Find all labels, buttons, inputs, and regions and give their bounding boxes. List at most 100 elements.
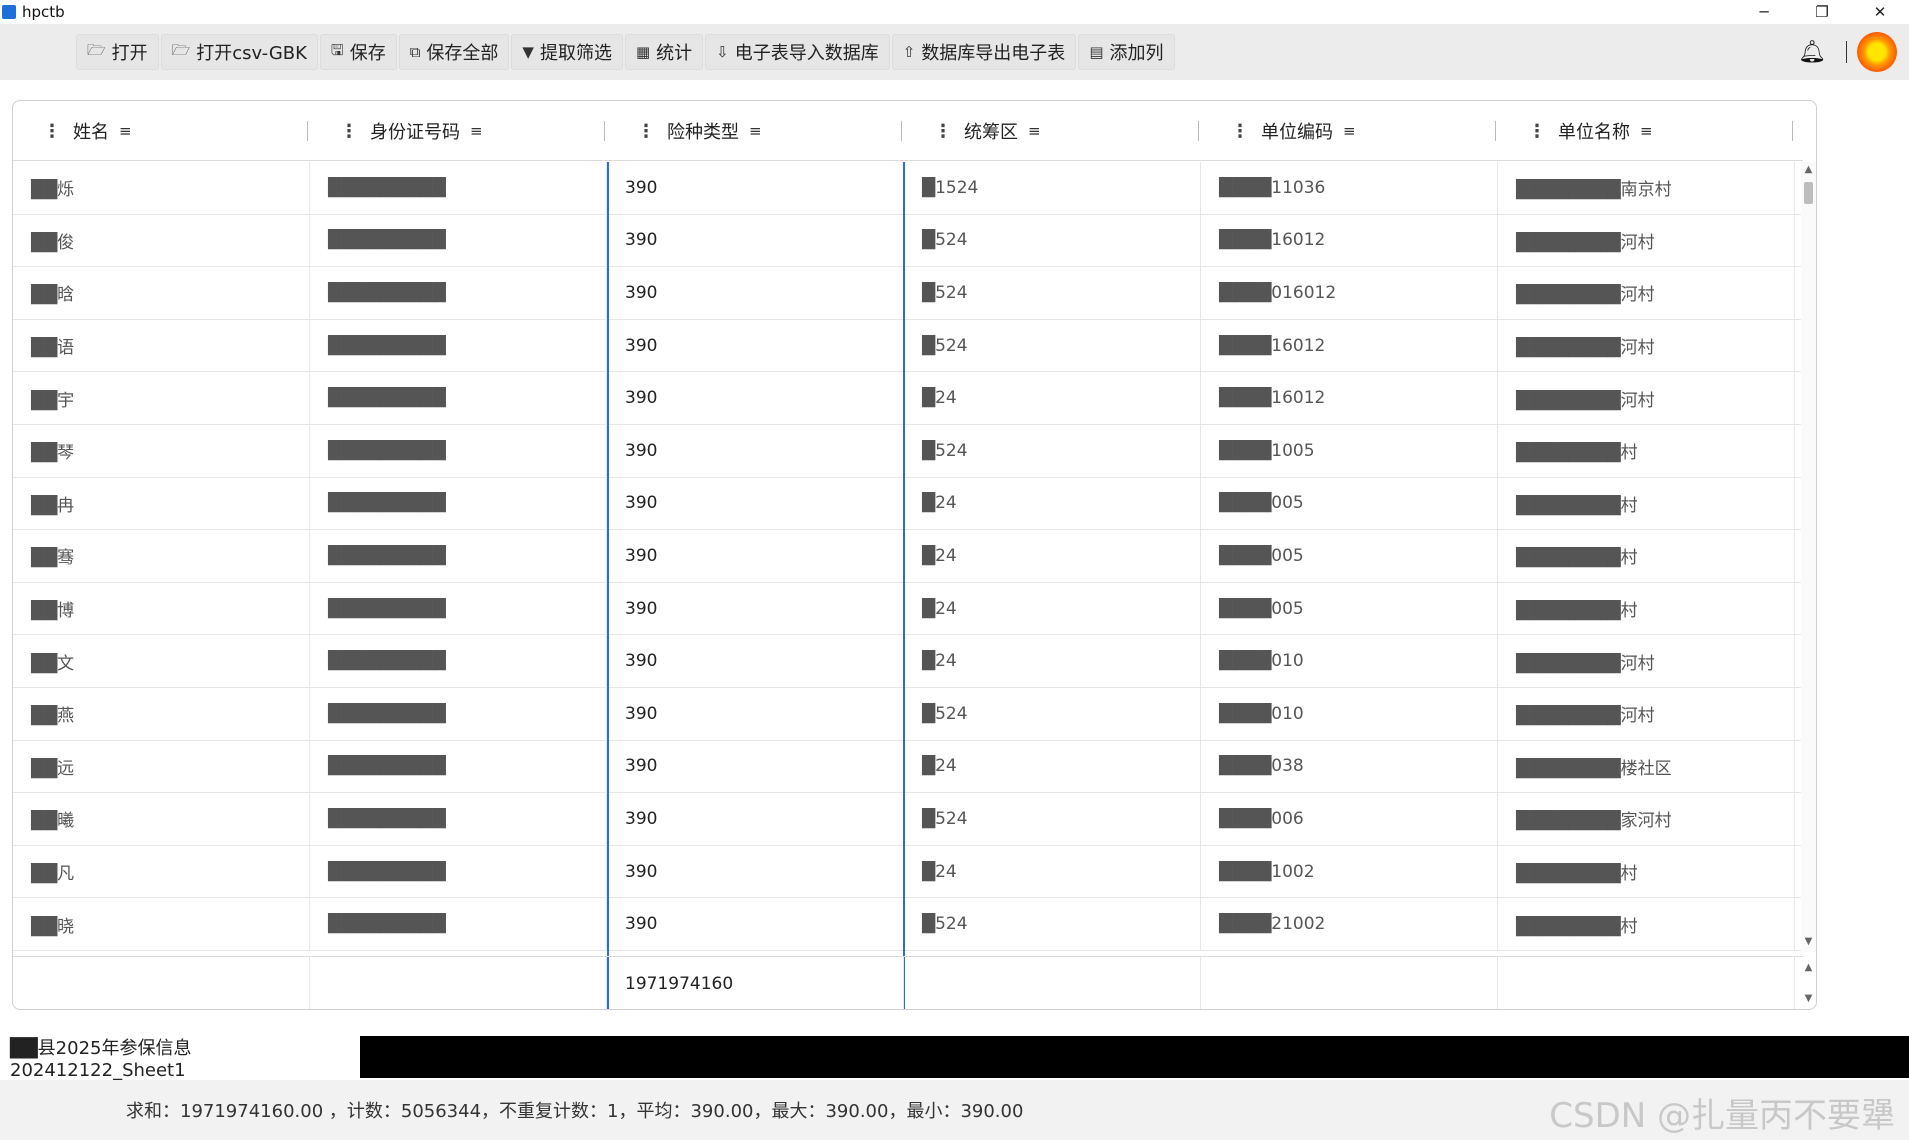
table-cell[interactable]: ████████楼社区 — [1498, 740, 1795, 793]
extract-filter-button[interactable]: ▼ 提取筛选 — [511, 34, 623, 70]
table-cell[interactable]: ██俊 — [13, 214, 310, 267]
table-cell[interactable]: ████████村 — [1498, 477, 1795, 530]
table-cell[interactable]: 390 — [607, 477, 904, 530]
table-cell[interactable]: ██博 — [13, 582, 310, 635]
scroll-down-icon[interactable]: ▼ — [1801, 993, 1816, 1004]
table-row[interactable]: ██曦 █████████ 390 █524 ████006 ████████家河村 — [13, 793, 1803, 846]
table-cell[interactable]: 390 — [607, 845, 904, 898]
table-cell[interactable]: ██烁 — [13, 162, 310, 214]
table-cell[interactable]: 390 — [607, 530, 904, 582]
table-cell[interactable]: 390 — [607, 372, 904, 424]
statistics-button[interactable]: ▦ 统计 — [624, 34, 704, 70]
table-cell[interactable]: █████████ — [310, 635, 607, 687]
restore-button[interactable]: ❐ — [1793, 0, 1851, 24]
footer-scrollbar[interactable]: ▲ ▼ — [1801, 956, 1816, 1009]
table-cell[interactable]: █24 — [904, 635, 1201, 687]
table-cell[interactable]: █24 — [904, 845, 1201, 898]
table-row[interactable]: ██凡 █████████ 390 █24 ████1002 ████████村 — [13, 845, 1803, 899]
filter-icon[interactable]: ≡ — [1640, 122, 1653, 140]
table-cell[interactable]: ████005 — [1201, 530, 1498, 582]
table-cell[interactable]: █████████ — [310, 530, 607, 582]
table-cell[interactable]: ████21002 — [1201, 898, 1498, 950]
column-resize-handle[interactable] — [901, 121, 902, 141]
table-cell[interactable]: ████████家河村 — [1498, 793, 1795, 845]
filter-icon[interactable]: ≡ — [1028, 122, 1041, 140]
column-header-name[interactable]: ⋮ 姓名 ≡ — [13, 101, 310, 161]
filter-icon[interactable]: ≡ — [1343, 122, 1356, 140]
table-cell[interactable]: ████016012 — [1201, 267, 1498, 319]
table-cell[interactable]: ██晓 — [13, 898, 310, 950]
table-cell[interactable]: █████████ — [310, 372, 607, 424]
table-cell[interactable]: █24 — [904, 530, 1201, 582]
table-row[interactable]: ██晓 █████████ 390 █524 ████21002 ████████村 — [13, 898, 1803, 951]
column-header-region[interactable]: ⋮ 统筹区 ≡ — [904, 101, 1201, 161]
table-cell[interactable]: ██宇 — [13, 372, 310, 424]
bell-icon[interactable]: 🔔︎ — [1798, 40, 1826, 65]
table-cell[interactable]: ████████村 — [1498, 582, 1795, 635]
table-cell[interactable]: █524 — [904, 898, 1201, 950]
table-cell[interactable]: █████████ — [310, 267, 607, 319]
table-cell[interactable]: █24 — [904, 477, 1201, 530]
table-cell[interactable]: ██曦 — [13, 793, 310, 845]
filter-icon[interactable]: ≡ — [749, 122, 762, 140]
filter-icon[interactable]: ≡ — [470, 122, 483, 140]
table-cell[interactable]: █████████ — [310, 319, 607, 372]
table-cell[interactable]: 390 — [607, 687, 904, 740]
table-cell[interactable]: ████005 — [1201, 582, 1498, 635]
table-cell[interactable]: █████████ — [310, 845, 607, 898]
table-row[interactable]: ██冉 █████████ 390 █24 ████005 ████████村 — [13, 477, 1803, 531]
table-cell[interactable]: █1524 — [904, 162, 1201, 214]
table-cell[interactable]: 390 — [607, 319, 904, 372]
table-cell[interactable]: ████11036 — [1201, 162, 1498, 214]
table-row[interactable]: ██俊 █████████ 390 █524 ████16012 ████████河村 — [13, 214, 1803, 268]
table-cell[interactable]: ██凡 — [13, 845, 310, 898]
table-cell[interactable]: █24 — [904, 372, 1201, 424]
avatar[interactable] — [1857, 32, 1897, 72]
table-row[interactable]: ██远 █████████ 390 █24 ████038 ████████楼社区 — [13, 740, 1803, 794]
column-resize-handle[interactable] — [307, 121, 308, 141]
column-menu-icon[interactable]: ⋮ — [1528, 121, 1546, 142]
table-cell[interactable]: ████1005 — [1201, 424, 1498, 477]
table-cell[interactable]: 390 — [607, 267, 904, 319]
table-cell[interactable]: ██燕 — [13, 687, 310, 740]
table-cell[interactable]: ████████河村 — [1498, 267, 1795, 319]
table-cell[interactable]: ████038 — [1201, 740, 1498, 793]
column-resize-handle[interactable] — [1198, 121, 1199, 141]
vertical-scrollbar[interactable]: ▲ ▼ — [1801, 162, 1816, 952]
column-menu-icon[interactable]: ⋮ — [340, 121, 358, 142]
add-column-button[interactable]: ▤ 添加列 — [1078, 34, 1175, 70]
table-cell[interactable]: ████████村 — [1498, 898, 1795, 950]
table-cell[interactable]: ████16012 — [1201, 319, 1498, 372]
export-from-db-button[interactable]: ⇧ 数据库导出电子表 — [891, 34, 1077, 70]
table-cell[interactable]: 390 — [607, 740, 904, 793]
table-cell[interactable]: ██语 — [13, 319, 310, 372]
table-cell[interactable]: █24 — [904, 740, 1201, 793]
open-csv-gbk-button[interactable]: 🗁 打开csv-GBK — [160, 34, 318, 70]
table-cell[interactable]: █████████ — [310, 898, 607, 950]
table-cell[interactable]: 390 — [607, 582, 904, 635]
scroll-up-icon[interactable]: ▲ — [1801, 962, 1816, 973]
table-cell[interactable]: ████16012 — [1201, 372, 1498, 424]
column-menu-icon[interactable]: ⋮ — [934, 121, 952, 142]
table-cell[interactable]: █████████ — [310, 582, 607, 635]
table-cell[interactable]: ████████河村 — [1498, 635, 1795, 687]
table-cell[interactable]: █524 — [904, 687, 1201, 740]
table-cell[interactable]: ████16012 — [1201, 214, 1498, 267]
table-cell[interactable]: ██远 — [13, 740, 310, 793]
table-cell[interactable]: █████████ — [310, 162, 607, 214]
table-cell[interactable]: ████████河村 — [1498, 319, 1795, 372]
table-cell[interactable]: 390 — [607, 162, 904, 214]
column-resize-handle[interactable] — [1792, 121, 1793, 141]
table-cell[interactable]: █524 — [904, 319, 1201, 372]
table-cell[interactable]: █████████ — [310, 793, 607, 845]
table-cell[interactable]: ██骞 — [13, 530, 310, 582]
table-cell[interactable]: █████████ — [310, 687, 607, 740]
table-cell[interactable]: ████010 — [1201, 687, 1498, 740]
table-cell[interactable]: █████████ — [310, 477, 607, 530]
table-cell[interactable]: ██冉 — [13, 477, 310, 530]
table-cell[interactable]: 390 — [607, 424, 904, 477]
table-cell[interactable]: ████005 — [1201, 477, 1498, 530]
table-row[interactable]: ██烁 █████████ 390 █1524 ████11036 ████████南京村 — [13, 162, 1803, 215]
table-row[interactable]: ██宇 █████████ 390 █24 ████16012 ████████河村 — [13, 372, 1803, 425]
table-cell[interactable]: ████████村 — [1498, 845, 1795, 898]
